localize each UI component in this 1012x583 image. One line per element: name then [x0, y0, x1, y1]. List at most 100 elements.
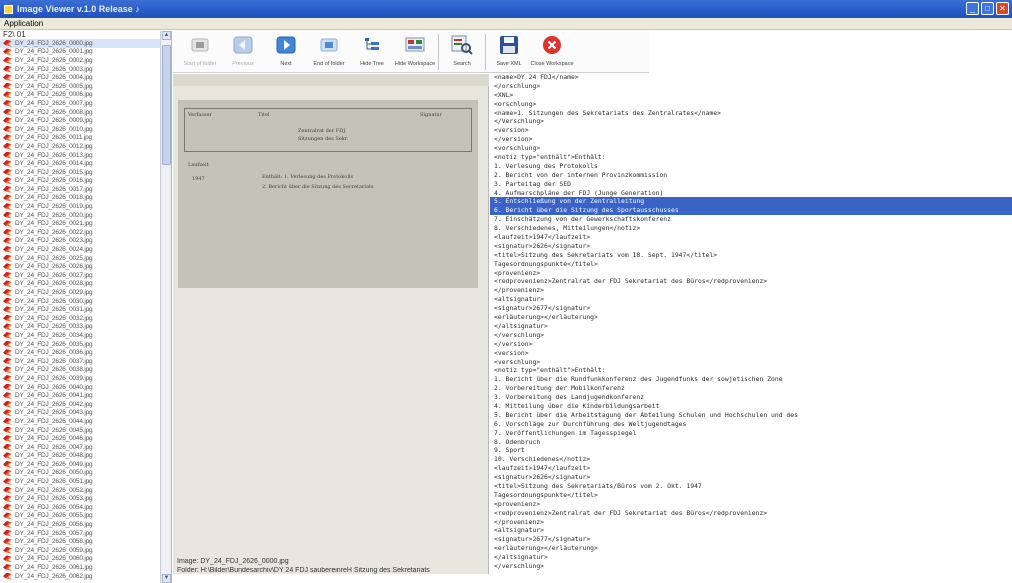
- xml-line[interactable]: </version>: [490, 135, 1012, 144]
- file-list-item[interactable]: DY_24_FDJ_2626_0031.jpg: [0, 305, 171, 314]
- file-list-item[interactable]: DY_24_FDJ_2626_0051.jpg: [0, 477, 171, 486]
- xml-line[interactable]: <altsignatur>: [490, 295, 1012, 304]
- menu-application[interactable]: Application: [4, 19, 43, 28]
- xml-line[interactable]: <signatur>2677</signatur>: [490, 535, 1012, 544]
- file-list-item[interactable]: DY_24_FDJ_2626_0024.jpg: [0, 245, 171, 254]
- xml-line[interactable]: 2. Bericht von der internen Provinzkommi…: [490, 171, 1012, 180]
- xml-line[interactable]: <name>1. Sitzungen des Sekretariats des …: [490, 109, 1012, 118]
- xml-line[interactable]: 3. Parteitag der SED: [490, 180, 1012, 189]
- xml-line[interactable]: <XNL>: [490, 91, 1012, 100]
- file-list-item[interactable]: DY_24_FDJ_2626_0029.jpg: [0, 288, 171, 297]
- xml-line[interactable]: 1. Verlesung des Protokolls: [490, 162, 1012, 171]
- xml-line[interactable]: 7. Einschätzung von der Gewerkschaftskon…: [490, 215, 1012, 224]
- file-list-item[interactable]: DY_24_FDJ_2626_0045.jpg: [0, 426, 171, 435]
- file-list-item[interactable]: DY_24_FDJ_2626_0052.jpg: [0, 486, 171, 495]
- file-list-item[interactable]: DY_24_FDJ_2626_0049.jpg: [0, 460, 171, 469]
- file-list-item[interactable]: DY_24_FDJ_2626_0014.jpg: [0, 159, 171, 168]
- file-list-item[interactable]: DY_24_FDJ_2626_0008.jpg: [0, 108, 171, 117]
- file-list-item[interactable]: DY_24_FDJ_2626_0057.jpg: [0, 529, 171, 538]
- file-list-item[interactable]: DY_24_FDJ_2626_0025.jpg: [0, 254, 171, 263]
- file-list-item[interactable]: DY_24_FDJ_2626_0012.jpg: [0, 142, 171, 151]
- file-list-item[interactable]: DY_24_FDJ_2626_0050.jpg: [0, 469, 171, 478]
- xml-line[interactable]: 8. Odenbruch: [490, 438, 1012, 447]
- xml-line[interactable]: </version>: [490, 340, 1012, 349]
- xml-line[interactable]: <laufzeit>1947</laufzeit>: [490, 233, 1012, 242]
- file-list-item[interactable]: DY_24_FDJ_2626_0053.jpg: [0, 494, 171, 503]
- file-list-item[interactable]: DY_24_FDJ_2626_0041.jpg: [0, 391, 171, 400]
- xml-line[interactable]: <provenienz>: [490, 269, 1012, 278]
- start-of-folder-button[interactable]: Start of folder: [181, 34, 219, 72]
- file-list-item[interactable]: DY_24_FDJ_2626_0060.jpg: [0, 555, 171, 564]
- xml-line[interactable]: <redprovenienz>Zentralrat der FDJ Sekret…: [490, 277, 1012, 286]
- xml-line[interactable]: Tagesordnungspunkte</titel>: [490, 260, 1012, 269]
- scroll-up-arrow-icon[interactable]: ▲: [162, 31, 171, 40]
- file-list-item[interactable]: DY_24_FDJ_2626_0042.jpg: [0, 400, 171, 409]
- file-list-item[interactable]: DY_24_FDJ_2626_0059.jpg: [0, 546, 171, 555]
- file-list-item[interactable]: DY_24_FDJ_2626_0000.jpg: [0, 39, 171, 48]
- file-list-item[interactable]: DY_24_FDJ_2626_0015.jpg: [0, 168, 171, 177]
- file-list-item[interactable]: DY_24_FDJ_2626_0034.jpg: [0, 331, 171, 340]
- file-list-item[interactable]: DY_24_FDJ_2626_0026.jpg: [0, 262, 171, 271]
- next-button[interactable]: Next: [267, 34, 305, 72]
- xml-line[interactable]: <titel>Sitzung des Sekretariats vom 18. …: [490, 251, 1012, 260]
- file-list-item[interactable]: DY_24_FDJ_2626_0004.jpg: [0, 73, 171, 82]
- file-list-item[interactable]: DY_24_FDJ_2626_0038.jpg: [0, 366, 171, 375]
- file-tree-scrollbar[interactable]: ▲ ▼: [160, 31, 171, 583]
- xml-line[interactable]: </verschlung>: [490, 331, 1012, 340]
- tree-root-label[interactable]: F2\ 01: [0, 31, 171, 39]
- file-list-item[interactable]: DY_24_FDJ_2626_0061.jpg: [0, 563, 171, 572]
- hide-tree-button[interactable]: Hide Tree: [353, 34, 391, 72]
- hide-workspace-button[interactable]: Hide Workspace: [395, 34, 435, 72]
- previous-button[interactable]: Previous: [224, 34, 262, 72]
- file-list-item[interactable]: DY_24_FDJ_2626_0062.jpg: [0, 572, 171, 581]
- file-list-item[interactable]: DY_24_FDJ_2626_0002.jpg: [0, 56, 171, 65]
- xml-line[interactable]: <titel>Sitzung des Sekretariats/Büros vo…: [490, 482, 1012, 491]
- file-list-item[interactable]: DY_24_FDJ_2626_0032.jpg: [0, 314, 171, 323]
- file-list-item[interactable]: DY_24_FDJ_2626_0035.jpg: [0, 340, 171, 349]
- xml-line[interactable]: 1. Bericht über die Rundfunkkonferenz de…: [490, 375, 1012, 384]
- xml-line[interactable]: 4. Mitteilung über die Kinderbildungsarb…: [490, 402, 1012, 411]
- xml-line[interactable]: 10. Verschiedenes</notiz>: [490, 455, 1012, 464]
- xml-line[interactable]: 5. Entschließung von der Zentralleitung: [490, 197, 1012, 207]
- xml-line[interactable]: <redprovenienz>Zentralrat der FDJ Sekret…: [490, 509, 1012, 518]
- file-list-item[interactable]: DY_24_FDJ_2626_0006.jpg: [0, 91, 171, 100]
- file-list-item[interactable]: DY_24_FDJ_2626_0033.jpg: [0, 323, 171, 332]
- file-list-item[interactable]: DY_24_FDJ_2626_0013.jpg: [0, 151, 171, 160]
- file-list-item[interactable]: DY_24_FDJ_2626_0044.jpg: [0, 417, 171, 426]
- file-list-item[interactable]: DY_24_FDJ_2626_0021.jpg: [0, 219, 171, 228]
- xml-line[interactable]: 4. Aufmarschpläne der FDJ (Junge Generat…: [490, 189, 1012, 198]
- xml-line[interactable]: 5. Bericht über die Arbeitstagung der Ab…: [490, 411, 1012, 420]
- xml-editor[interactable]: <name>DY 24 FDJ</name> </orschlung> <XNL> <…: [490, 73, 1012, 583]
- xml-line[interactable]: 3. Vorbereitung des Landjugendkonferenz: [490, 393, 1012, 402]
- scrollbar-thumb[interactable]: [162, 45, 171, 165]
- search-button[interactable]: Search: [443, 34, 481, 72]
- xml-line[interactable]: <notiz typ="enthält">Enthält:: [490, 366, 1012, 375]
- file-list-item[interactable]: DY_24_FDJ_2626_0005.jpg: [0, 82, 171, 91]
- file-list-item[interactable]: DY_24_FDJ_2626_0011.jpg: [0, 134, 171, 143]
- maximize-button[interactable]: □: [981, 2, 994, 15]
- file-list-item[interactable]: DY_24_FDJ_2626_0058.jpg: [0, 537, 171, 546]
- xml-line[interactable]: <version>: [490, 126, 1012, 135]
- file-list-item[interactable]: DY_24_FDJ_2626_0037.jpg: [0, 357, 171, 366]
- file-list-item[interactable]: DY_24_FDJ_2626_0020.jpg: [0, 211, 171, 220]
- xml-line[interactable]: <version>: [490, 349, 1012, 358]
- xml-line[interactable]: 6. Bericht über die Sitzung des Sportaus…: [490, 206, 1012, 216]
- xml-line[interactable]: 9. Sport: [490, 446, 1012, 455]
- scroll-down-arrow-icon[interactable]: ▼: [162, 574, 171, 583]
- file-list-item[interactable]: DY_24_FDJ_2626_0047.jpg: [0, 443, 171, 452]
- file-list-item[interactable]: DY_24_FDJ_2626_0028.jpg: [0, 280, 171, 289]
- xml-line[interactable]: 2. Vorbereitung der Mobilkonferenz: [490, 384, 1012, 393]
- file-list-item[interactable]: DY_24_FDJ_2626_0027.jpg: [0, 271, 171, 280]
- xml-line[interactable]: <signatur>2626</signatur>: [490, 473, 1012, 482]
- xml-line[interactable]: 8. Verschiedenes, Mitteilungen</notiz>: [490, 224, 1012, 233]
- file-list-item[interactable]: DY_24_FDJ_2626_0040.jpg: [0, 383, 171, 392]
- file-list-item[interactable]: DY_24_FDJ_2626_0043.jpg: [0, 409, 171, 418]
- file-list-item[interactable]: DY_24_FDJ_2626_0018.jpg: [0, 194, 171, 203]
- xml-line[interactable]: <signatur>2626</signatur>: [490, 242, 1012, 251]
- file-list-item[interactable]: DY_24_FDJ_2626_0036.jpg: [0, 348, 171, 357]
- xml-line[interactable]: <altsignatur>: [490, 526, 1012, 535]
- end-of-folder-button[interactable]: End of folder: [310, 34, 348, 72]
- xml-line[interactable]: <vorschlung>: [490, 144, 1012, 153]
- file-list-item[interactable]: DY_24_FDJ_2626_0046.jpg: [0, 434, 171, 443]
- file-list-item[interactable]: DY_24_FDJ_2626_0048.jpg: [0, 452, 171, 461]
